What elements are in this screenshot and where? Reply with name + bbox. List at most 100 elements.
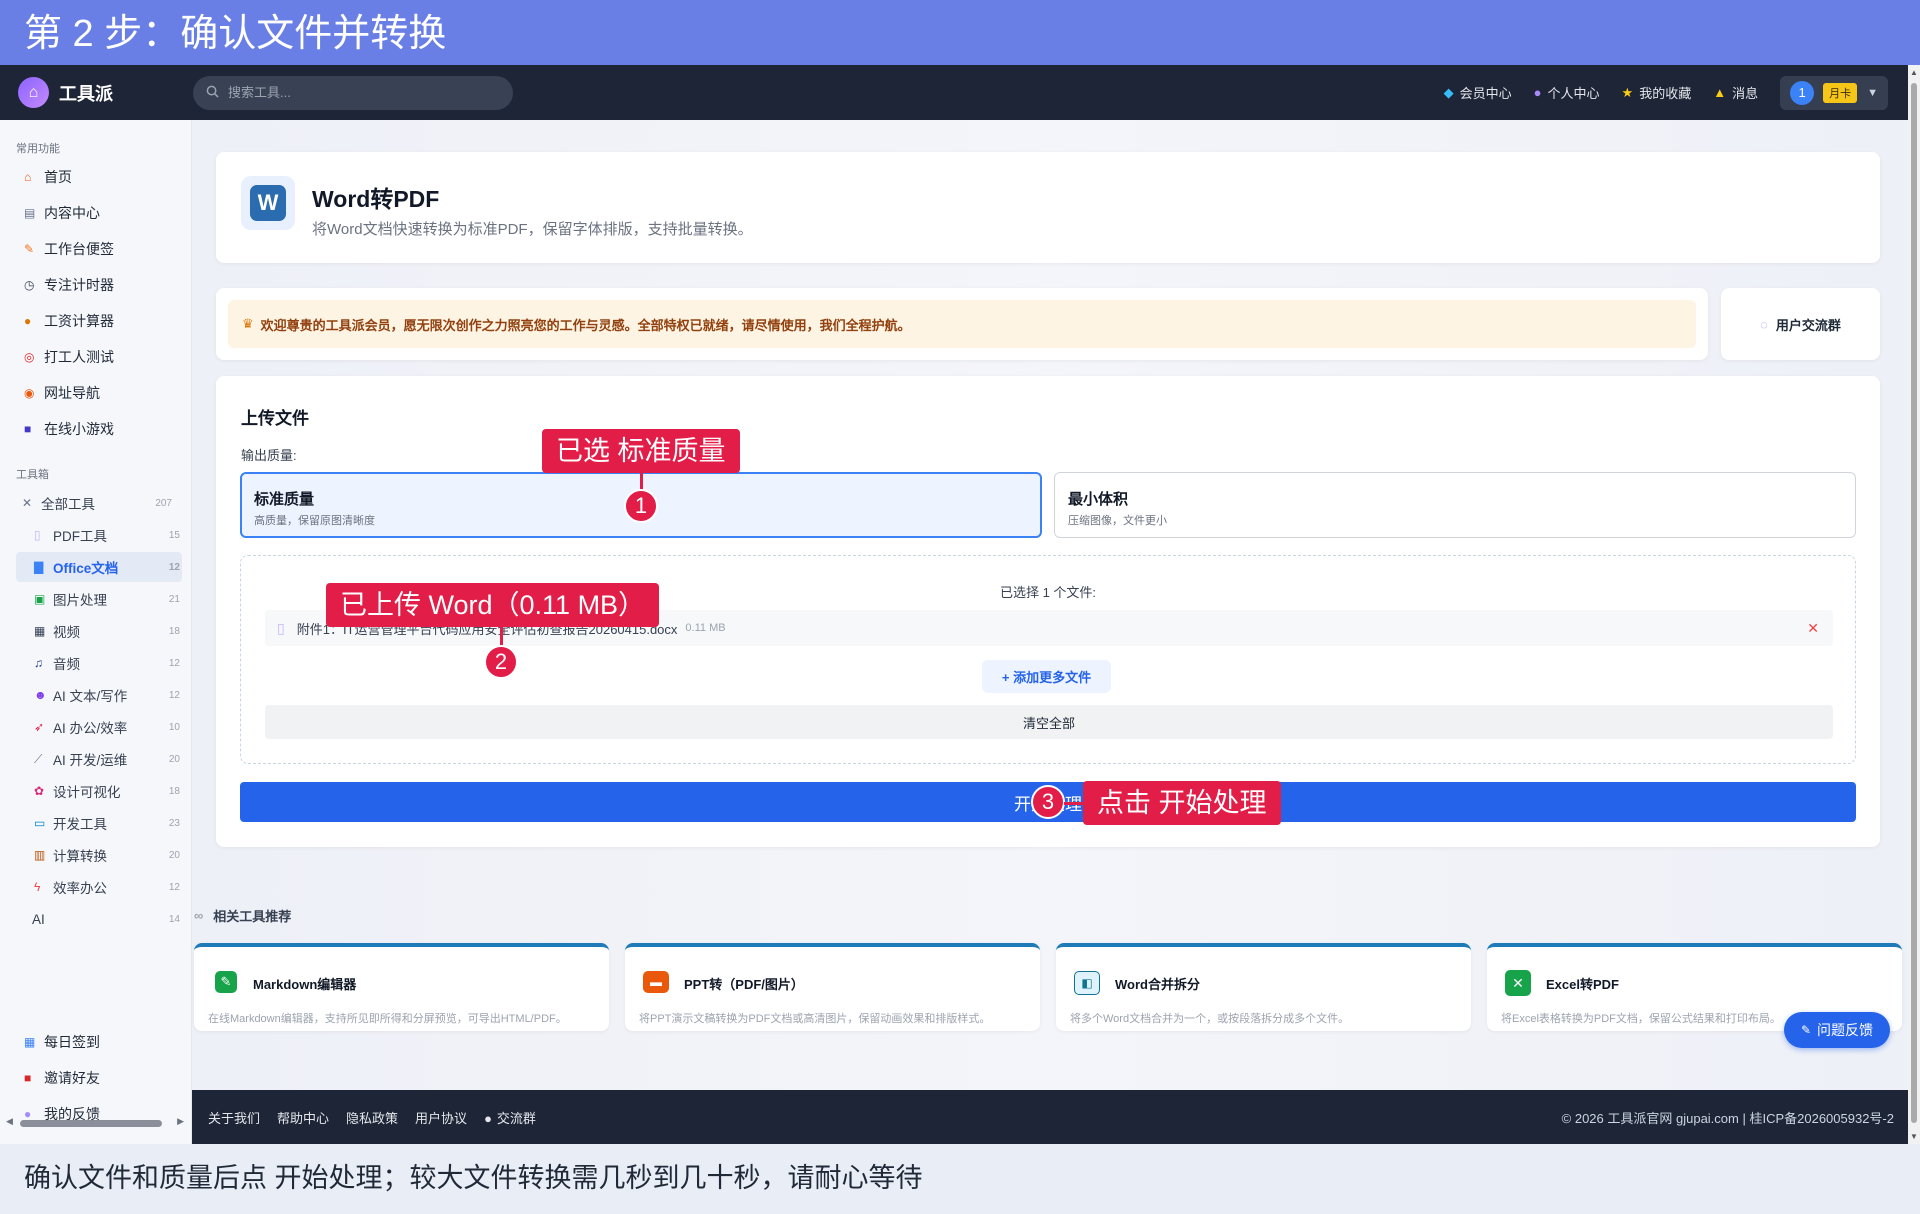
nav-vip-center[interactable]: ◆ 会员中心	[1444, 83, 1512, 102]
lightning-icon: ϟ	[34, 880, 41, 894]
page-icon: ▯	[34, 528, 41, 542]
nav-messages[interactable]: ▲ 消息	[1713, 83, 1758, 102]
vertical-scrollbar-thumb[interactable]	[1911, 83, 1917, 1123]
sidebar-cat-ai-office[interactable]: ➶ AI 办公/效率 10	[16, 712, 182, 742]
add-more-files-button[interactable]: + 添加更多文件	[982, 660, 1111, 693]
vip-badge: 月卡	[1823, 82, 1858, 103]
abacus-icon: ▥	[34, 848, 46, 862]
site-logo[interactable]: ⌂ 工具派	[18, 77, 193, 108]
monitor-icon: ▭	[34, 816, 46, 830]
chevron-down-icon: ▼	[1867, 86, 1878, 99]
tool-title: Word转PDF	[312, 186, 440, 212]
compass-icon: ◉	[24, 386, 35, 400]
sidebar-item-games[interactable]: ■ 在线小游戏	[24, 419, 114, 439]
sidebar-cat-efficiency[interactable]: ϟ 效率办公 12	[16, 872, 182, 902]
gift-icon: ■	[24, 1071, 32, 1085]
sidebar-cat-video[interactable]: ▦ 视频 18	[16, 616, 182, 646]
target-icon: ◎	[24, 350, 35, 364]
page-footer: 关于我们 帮助中心 隐私政策 用户协议 ● 交流群 © 2026 工具派官网 gj…	[192, 1090, 1908, 1144]
user-icon: ●	[1533, 85, 1542, 100]
sidebar-item-feedback[interactable]: ● 我的反馈	[24, 1104, 100, 1124]
home-icon: ⌂	[24, 170, 32, 184]
footer-link-privacy[interactable]: 隐私政策	[346, 1108, 398, 1127]
nav-personal-center[interactable]: ● 个人中心	[1534, 83, 1600, 102]
callout-3-number: 3	[1031, 785, 1065, 819]
avatar: 1	[1790, 80, 1815, 105]
user-group-button[interactable]: ◌ 用户交流群	[1721, 288, 1880, 360]
edit-icon: ✎	[1800, 1023, 1812, 1037]
newspaper-icon: ▤	[24, 206, 36, 220]
search-box[interactable]	[193, 75, 513, 110]
sidebar-cat-ai-writing[interactable]: ☻ AI 文本/写作 12	[16, 680, 182, 710]
sidebar-item-all-tools[interactable]: ✕ 全部工具 207	[8, 488, 174, 518]
callout-2-label: 已上传 Word（0.11 MB）	[326, 583, 660, 627]
sidebar-item-nav[interactable]: ◉ 网址导航	[24, 383, 100, 403]
word-letter: W	[250, 185, 286, 221]
sidebar-item-timer[interactable]: ◷ 专注计时器	[24, 275, 114, 295]
markdown-editor-icon: ✎	[215, 971, 237, 993]
callout-1-number: 1	[624, 489, 658, 523]
document-icon: ▯	[277, 619, 285, 636]
remove-file-icon[interactable]: ✕	[1807, 620, 1819, 637]
page-vertical-scrollbar[interactable]: ▲ ▼	[1908, 65, 1920, 1144]
tool-description: 将Word文档快速转换为标准PDF，保留字体排版，支持批量转换。	[312, 221, 753, 238]
sidebar: 常用功能 ⌂ 首页 ▤ 内容中心 ✎ 工作台便签 ◷ 专注计时器 ● 工资计算器 ◎ 打工人…	[0, 120, 192, 1144]
scroll-left-icon: ◀	[6, 1116, 13, 1126]
footer-link-terms[interactable]: 用户协议	[415, 1108, 467, 1127]
sidebar-cat-image[interactable]: ▣ 图片处理 21	[16, 584, 182, 614]
sidebar-section-common: 常用功能	[16, 143, 60, 155]
bell-icon: ▲	[1713, 85, 1727, 100]
rocket-icon: ➶	[34, 720, 45, 734]
footer-link-help[interactable]: 帮助中心	[277, 1108, 329, 1127]
sidebar-cat-office[interactable]: ▇ Office文档 12	[16, 552, 182, 582]
spreadsheet-icon: ✕	[1505, 970, 1531, 996]
sidebar-item-test[interactable]: ◎ 打工人测试	[24, 347, 114, 367]
search-input[interactable]	[228, 85, 488, 100]
presentation-icon: ▬	[643, 971, 669, 993]
palette-icon: ✿	[34, 784, 45, 798]
clapper-icon: ▦	[34, 624, 46, 638]
sidebar-item-salary[interactable]: ● 工资计算器	[24, 311, 114, 331]
callout-1-label: 已选 标准质量	[542, 429, 740, 473]
sidebar-item-invite[interactable]: ■ 邀请好友	[24, 1068, 100, 1088]
footer-link-group[interactable]: ● 交流群	[484, 1108, 536, 1127]
gamepad-icon: ■	[24, 422, 32, 436]
sidebar-cat-design[interactable]: ✿ 设计可视化 18	[16, 776, 182, 806]
sidebar-item-home[interactable]: ⌂ 首页	[24, 167, 72, 187]
top-navbar: ⌂ 工具派 ◆会员中心 ●个人中心 ★我的收藏 ▲消息 1 月卡 ▼	[0, 65, 1920, 120]
sidebar-item-checkin[interactable]: ▦ 每日签到	[24, 1032, 100, 1052]
user-menu[interactable]: 1 月卡 ▼	[1780, 75, 1888, 110]
search-icon	[206, 85, 219, 101]
quality-label: 输出质量:	[241, 448, 297, 463]
tool-header-card: W Word转PDF 将Word文档快速转换为标准PDF，保留字体排版，支持批量…	[216, 152, 1880, 263]
related-card-markdown[interactable]: ✎ Markdown编辑器 在线Markdown编辑器，支持所见即所得和分屏预览…	[194, 943, 609, 1031]
speech-bubble-icon: ●	[24, 1107, 32, 1121]
feedback-float-button[interactable]: ✎ 问题反馈	[1784, 1012, 1890, 1048]
quality-option-min-size[interactable]: 最小体积 压缩图像，文件更小	[1054, 472, 1856, 538]
sidebar-cat-ai-dev[interactable]: ⟋ AI 开发/运维 20	[16, 744, 182, 774]
sidebar-cat-calc[interactable]: ▥ 计算转换 20	[16, 840, 182, 870]
stopwatch-icon: ◷	[24, 278, 35, 292]
sidebar-item-notes[interactable]: ✎ 工作台便签	[24, 239, 114, 259]
sidebar-cat-audio[interactable]: ♫ 音频 12	[16, 648, 182, 678]
upload-title: 上传文件	[241, 409, 309, 428]
sidebar-cat-dev[interactable]: ▭ 开发工具 23	[16, 808, 182, 838]
step-banner: 第 2 步：确认文件并转换	[0, 0, 1920, 65]
footer-link-about[interactable]: 关于我们	[208, 1108, 260, 1127]
sidebar-cat-ai[interactable]: AI 14	[16, 904, 182, 934]
related-card-ppt[interactable]: ▬ PPT转（PDF/图片） 将PPT演示文稿转换为PDF文档或高清图片，保留动…	[625, 943, 1040, 1031]
picture-icon: ▣	[34, 592, 46, 606]
sidebar-cat-pdf[interactable]: ▯ PDF工具 15	[16, 520, 182, 550]
scroll-right-icon: ▶	[177, 1116, 184, 1126]
related-tools-heading: ∞ 相关工具推荐	[194, 908, 292, 924]
clear-all-button[interactable]: 清空全部	[265, 705, 1833, 739]
vip-notice: ♛ 欢迎尊贵的工具派会员，愿无限次创作之力照亮您的工作与灵感。全部特权已就绪，请…	[228, 300, 1696, 348]
crown-icon: ♛	[242, 316, 254, 331]
nav-favorites[interactable]: ★ 我的收藏	[1622, 83, 1692, 102]
link-icon: ∞	[194, 908, 204, 923]
music-icon: ♫	[34, 656, 43, 670]
scroll-up-icon: ▲	[1910, 68, 1918, 77]
related-card-word-merge[interactable]: ◧ Word合并拆分 将多个Word文档合并为一个，或按段落拆分成多个文件。	[1056, 943, 1471, 1031]
sidebar-item-content[interactable]: ▤ 内容中心	[24, 203, 100, 223]
sidebar-section-tools: 工具箱	[16, 469, 49, 481]
